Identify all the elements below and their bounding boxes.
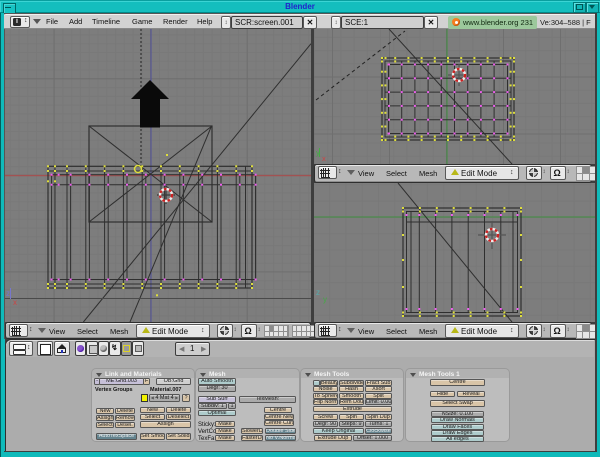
svg-text:x: x xyxy=(13,298,17,307)
svg-text:z: z xyxy=(6,289,10,298)
svg-text:y: y xyxy=(323,295,327,304)
svg-text:x: x xyxy=(322,154,326,163)
svg-text:z: z xyxy=(316,288,320,297)
